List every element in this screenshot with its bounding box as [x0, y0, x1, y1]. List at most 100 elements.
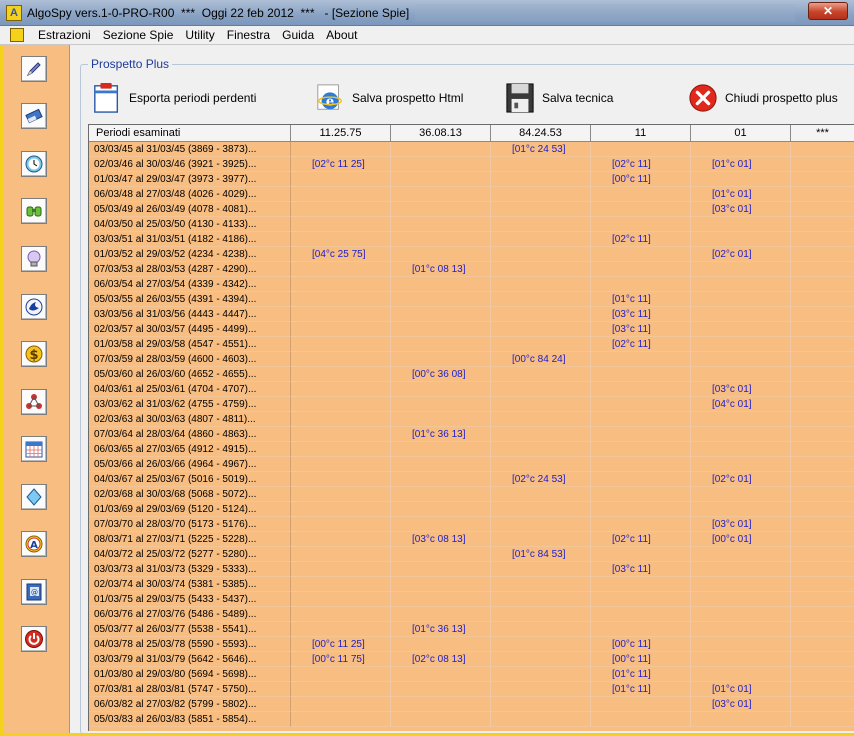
period-cell: 06/03/48 al 27/03/48 (4026 - 4029)... — [89, 187, 291, 202]
table-row[interactable]: 05/03/60 al 26/03/60 (4652 - 4655)... [00… — [89, 367, 854, 382]
table-row[interactable]: 07/03/64 al 28/03/64 (4860 - 4863)... [01… — [89, 427, 854, 442]
mdi-child-icon[interactable] — [10, 28, 24, 42]
table-row[interactable]: 01/03/52 al 29/03/52 (4234 - 4238)... [04… — [89, 247, 854, 262]
value-cell: [02°c 11] — [591, 532, 691, 547]
eraser-icon[interactable] — [21, 103, 47, 129]
menu-guida[interactable]: Guida — [276, 28, 320, 42]
table-row[interactable]: 01/03/47 al 29/03/47 (3973 - 3977)... [00… — [89, 172, 854, 187]
value-cell: [01°c 84 53] — [491, 547, 591, 562]
table-row[interactable]: 04/03/78 al 25/03/78 (5590 - 5593)... [00… — [89, 637, 854, 652]
table-row[interactable]: 06/03/76 al 27/03/76 (5486 - 5489)... — [89, 607, 854, 622]
table-row[interactable]: 01/03/80 al 29/03/80 (5694 - 5698)... [01… — [89, 667, 854, 682]
value-cell: [04°c 25 75] — [291, 247, 391, 262]
value-cell — [391, 187, 491, 202]
column-header[interactable]: Periodi esaminati — [89, 125, 291, 141]
table-row[interactable]: 07/03/70 al 28/03/70 (5173 - 5176)... [03… — [89, 517, 854, 532]
value-cell: [01°c 08 13] — [391, 262, 491, 277]
value-cell — [691, 352, 791, 367]
table-row[interactable]: 05/03/77 al 26/03/77 (5538 - 5541)... [01… — [89, 622, 854, 637]
drop-icon[interactable] — [21, 484, 47, 510]
table-row[interactable]: 06/03/48 al 27/03/48 (4026 - 4029)... [01… — [89, 187, 854, 202]
table-row[interactable]: 04/03/50 al 25/03/50 (4130 - 4133)... — [89, 217, 854, 232]
value-cell — [791, 172, 854, 187]
prospetto-table[interactable]: Periodi esaminati 11.25.75 36.08.13 84.2… — [88, 124, 854, 731]
book-icon[interactable]: @ — [21, 579, 47, 605]
table-row[interactable]: 04/03/67 al 25/03/67 (5016 - 5019)... [02… — [89, 472, 854, 487]
menu-sezione-spie[interactable]: Sezione Spie — [97, 28, 180, 42]
value-cell: [00°c 11] — [591, 637, 691, 652]
column-header[interactable]: 36.08.13 — [391, 125, 491, 141]
table-row[interactable]: 02/03/68 al 30/03/68 (5068 - 5072)... — [89, 487, 854, 502]
value-cell: [00°c 11 75] — [291, 652, 391, 667]
value-cell — [791, 682, 854, 697]
value-cell: [01°c 11] — [591, 682, 691, 697]
table-row[interactable]: 07/03/59 al 28/03/59 (4600 - 4603)... [00… — [89, 352, 854, 367]
background-window-title — [415, 4, 795, 22]
table-row[interactable]: 07/03/81 al 28/03/81 (5747 - 5750)... [01… — [89, 682, 854, 697]
value-cell — [491, 622, 591, 637]
table-row[interactable]: 04/03/61 al 25/03/61 (4704 - 4707)... [03… — [89, 382, 854, 397]
column-header[interactable]: 11 — [591, 125, 691, 141]
table-row[interactable]: 01/03/58 al 29/03/58 (4547 - 4551)... [02… — [89, 337, 854, 352]
table-row[interactable]: 08/03/71 al 27/03/71 (5225 - 5228)... [03… — [89, 532, 854, 547]
table-row[interactable]: 05/03/83 al 26/03/83 (5851 - 5854)... — [89, 712, 854, 727]
table-row[interactable]: 01/03/69 al 29/03/69 (5120 - 5124)... — [89, 502, 854, 517]
period-cell: 04/03/61 al 25/03/61 (4704 - 4707)... — [89, 382, 291, 397]
table-row[interactable]: 02/03/46 al 30/03/46 (3921 - 3925)... [02… — [89, 157, 854, 172]
table-row[interactable]: 03/03/51 al 31/03/51 (4182 - 4186)... [02… — [89, 232, 854, 247]
lightbulb-icon[interactable] — [21, 246, 47, 272]
table-row[interactable]: 02/03/57 al 30/03/57 (4495 - 4499)... [03… — [89, 322, 854, 337]
calendar-icon[interactable] — [21, 436, 47, 462]
table-row[interactable]: 03/03/62 al 31/03/62 (4755 - 4759)... [04… — [89, 397, 854, 412]
period-cell: 04/03/50 al 25/03/50 (4130 - 4133)... — [89, 217, 291, 232]
column-header[interactable]: *** — [791, 125, 854, 141]
menu-finestra[interactable]: Finestra — [221, 28, 276, 42]
table-row[interactable]: 03/03/79 al 31/03/79 (5642 - 5646)... [00… — [89, 652, 854, 667]
network-icon[interactable] — [21, 389, 47, 415]
power-icon[interactable] — [21, 626, 47, 652]
a-icon[interactable]: A — [21, 531, 47, 557]
window-close-button[interactable]: ✕ — [808, 2, 848, 20]
salva-prospetto-html-button[interactable]: e Salva prospetto Html — [314, 78, 463, 118]
table-row[interactable]: 03/03/45 al 31/03/45 (3869 - 3873)... [01… — [89, 142, 854, 157]
table-row[interactable]: 01/03/75 al 29/03/75 (5433 - 5437)... — [89, 592, 854, 607]
column-header[interactable]: 11.25.75 — [291, 125, 391, 141]
lottery-icon[interactable] — [21, 294, 47, 320]
table-row[interactable]: 04/03/72 al 25/03/72 (5277 - 5280)... [01… — [89, 547, 854, 562]
column-header[interactable]: 01 — [691, 125, 791, 141]
value-cell — [491, 427, 591, 442]
table-row[interactable]: 05/03/55 al 26/03/55 (4391 - 4394)... [01… — [89, 292, 854, 307]
table-row[interactable]: 06/03/82 al 27/03/82 (5799 - 5802)... [03… — [89, 697, 854, 712]
dollar-icon[interactable]: $ — [21, 341, 47, 367]
period-cell: 07/03/64 al 28/03/64 (4860 - 4863)... — [89, 427, 291, 442]
esporta-periodi-perdenti-button[interactable]: Esporta periodi perdenti — [91, 78, 256, 118]
table-row[interactable]: 05/03/66 al 26/03/66 (4964 - 4967)... — [89, 457, 854, 472]
table-row[interactable]: 03/03/73 al 31/03/73 (5329 - 5333)... [03… — [89, 562, 854, 577]
menu-utility[interactable]: Utility — [179, 28, 220, 42]
pencil-icon[interactable] — [21, 56, 47, 82]
table-row[interactable]: 02/03/74 al 30/03/74 (5381 - 5385)... — [89, 577, 854, 592]
value-cell: [03°c 11] — [591, 322, 691, 337]
value-cell — [791, 712, 854, 727]
table-row[interactable]: 07/03/53 al 28/03/53 (4287 - 4290)... [01… — [89, 262, 854, 277]
salva-tecnica-button[interactable]: Salva tecnica — [504, 78, 613, 118]
table-row[interactable]: 06/03/65 al 27/03/65 (4912 - 4915)... — [89, 442, 854, 457]
value-cell — [391, 247, 491, 262]
menu-about[interactable]: About — [320, 28, 363, 42]
floppy-icon — [504, 81, 536, 115]
table-header: Periodi esaminati 11.25.75 36.08.13 84.2… — [89, 125, 854, 142]
table-row[interactable]: 05/03/49 al 26/03/49 (4078 - 4081)... [03… — [89, 202, 854, 217]
binoculars-icon[interactable] — [21, 198, 47, 224]
menu-estrazioni[interactable]: Estrazioni — [32, 28, 97, 42]
table-row[interactable]: 02/03/63 al 30/03/63 (4807 - 4811)... — [89, 412, 854, 427]
app-icon[interactable]: A — [6, 5, 22, 21]
value-cell — [791, 667, 854, 682]
value-cell — [791, 502, 854, 517]
chiudi-prospetto-plus-button[interactable]: Chiudi prospetto plus — [687, 78, 838, 118]
clock-icon[interactable] — [21, 151, 47, 177]
value-cell — [691, 607, 791, 622]
column-header[interactable]: 84.24.53 — [491, 125, 591, 141]
table-row[interactable]: 06/03/54 al 27/03/54 (4339 - 4342)... — [89, 277, 854, 292]
table-row[interactable]: 03/03/56 al 31/03/56 (4443 - 4447)... [03… — [89, 307, 854, 322]
value-cell — [391, 472, 491, 487]
